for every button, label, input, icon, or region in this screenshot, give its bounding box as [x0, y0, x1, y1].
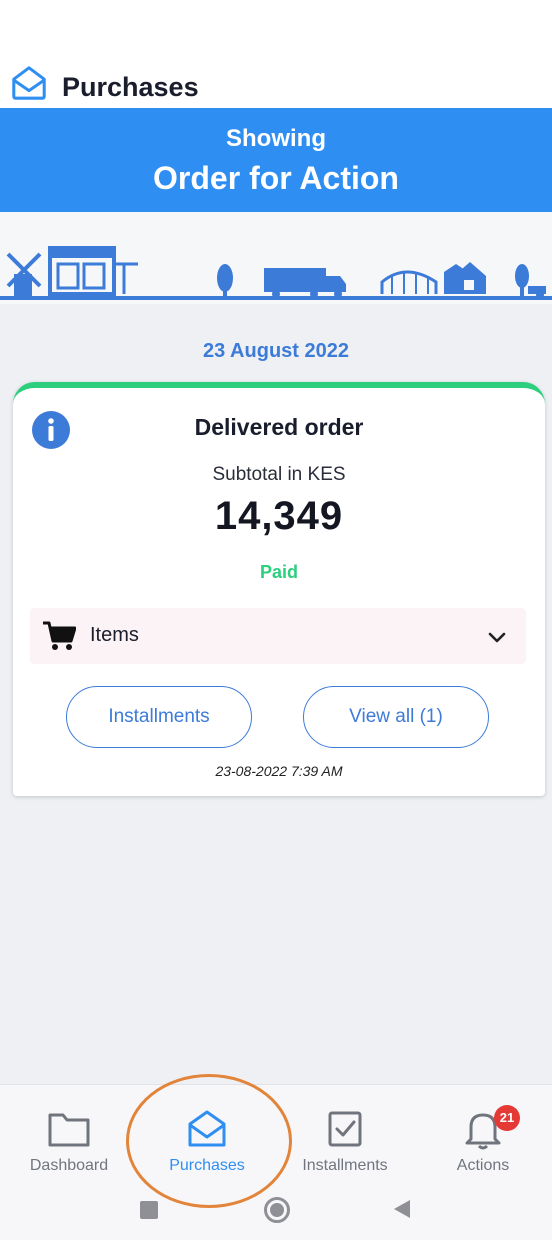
installments-button[interactable]: Installments	[66, 686, 252, 748]
envelope-open-icon	[188, 1110, 226, 1147]
nav-purchases-label: Purchases	[169, 1157, 245, 1174]
folder-icon	[48, 1113, 90, 1147]
payment-status: Paid	[259, 562, 298, 582]
notification-badge: 21	[494, 1105, 520, 1131]
back-triangle-icon[interactable]	[394, 1200, 410, 1218]
chevron-down-icon[interactable]	[486, 626, 508, 648]
page-title: Purchases	[62, 72, 199, 102]
landscape-illustration	[0, 212, 552, 304]
farm-skyline-illustration	[0, 246, 552, 300]
banner-subtitle: Showing	[226, 125, 326, 152]
recents-square-icon[interactable]	[140, 1201, 158, 1219]
banner-title: Order for Action	[153, 160, 399, 196]
order-timestamp: 23-08-2022 7:39 AM	[215, 763, 343, 779]
items-expander[interactable]: Items	[30, 608, 526, 664]
view-all-button[interactable]: View all (1)	[303, 686, 489, 748]
nav-installments[interactable]: Installments	[276, 1085, 414, 1185]
system-navigation-bar	[0, 1186, 552, 1240]
nav-purchases[interactable]: Purchases	[138, 1085, 276, 1185]
app-header: Purchases	[0, 62, 552, 108]
envelope-open-icon	[12, 66, 46, 100]
items-label: Items	[90, 624, 139, 646]
nav-actions-label: Actions	[456, 1157, 510, 1174]
home-circle-icon[interactable]	[264, 1197, 290, 1223]
subtotal-label: Subtotal in KES	[212, 464, 346, 485]
order-status-title: Delivered order	[194, 414, 364, 440]
order-date-heading: 23 August 2022	[203, 340, 349, 362]
nav-dashboard-label: Dashboard	[29, 1157, 109, 1174]
checkbox-icon	[328, 1111, 362, 1147]
subtotal-amount: 14,349	[214, 494, 344, 538]
cart-icon	[43, 621, 76, 650]
nav-actions[interactable]: 21 Actions	[414, 1085, 552, 1185]
nav-dashboard[interactable]: Dashboard	[0, 1085, 138, 1185]
action-banner: Showing Order for Action	[0, 108, 552, 212]
order-card: Delivered order Subtotal in KES 14,349 P…	[13, 382, 545, 796]
nav-installments-label: Installments	[302, 1157, 388, 1174]
